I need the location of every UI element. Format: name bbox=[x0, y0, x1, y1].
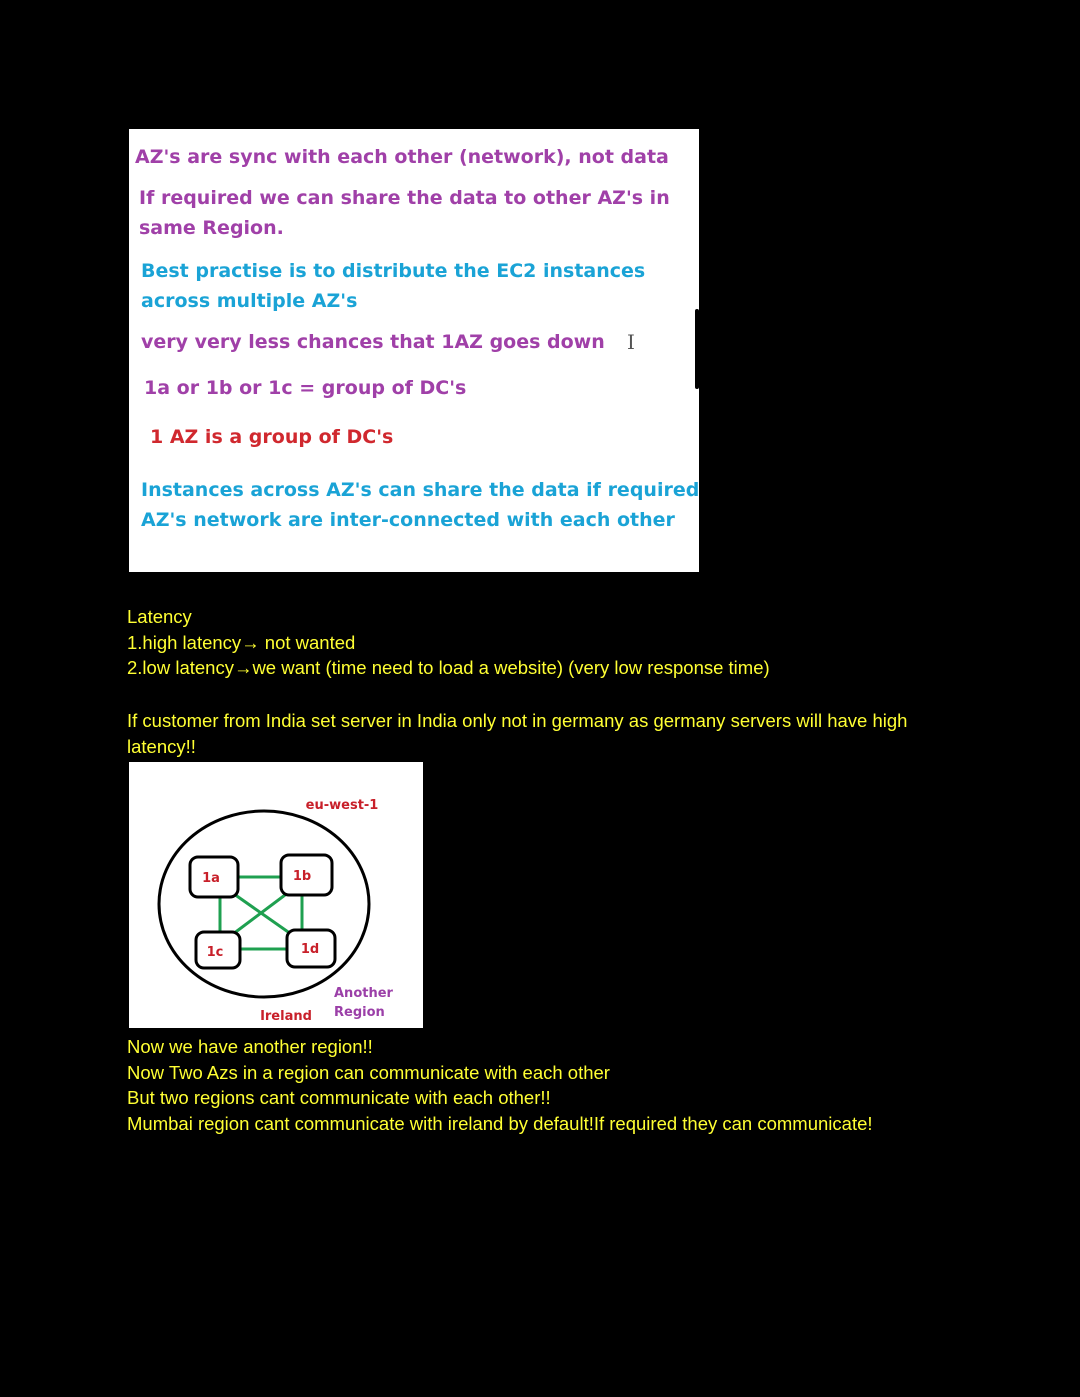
two-regions-note: But two regions cant communicate with ea… bbox=[127, 1087, 551, 1108]
region-name-label: Ireland bbox=[260, 1009, 312, 1024]
another-region-label-2: Region bbox=[334, 1005, 385, 1020]
slide-line-share-1: If required we can share the data to oth… bbox=[139, 187, 670, 209]
az-label-1c: 1c bbox=[207, 945, 224, 960]
az-label-1a: 1a bbox=[202, 871, 220, 886]
region-circle bbox=[157, 809, 371, 999]
az-label-1b: 1b bbox=[293, 869, 311, 884]
latency-high: 1.high latency→ not wanted bbox=[127, 632, 356, 653]
india-note: If customer from India set server in Ind… bbox=[127, 710, 908, 757]
another-region-label-1: Another bbox=[334, 986, 394, 1001]
latency-title: Latency bbox=[127, 606, 192, 627]
slide-line-less-chances: very very less chances that 1AZ goes dow… bbox=[141, 331, 605, 353]
mumbai-note: Mumbai region cant communicate with irel… bbox=[127, 1113, 873, 1134]
slide-line-best-practise-1: Best practise is to distribute the EC2 i… bbox=[141, 260, 646, 282]
az-label-1d: 1d bbox=[301, 942, 319, 957]
slide-line-share-2: same Region. bbox=[139, 217, 284, 239]
slide-line-az-group: 1 AZ is a group of DC's bbox=[150, 426, 394, 448]
region-diagram: 1a 1b 1c 1d eu-west-1 Ireland Another Re… bbox=[129, 762, 423, 1028]
another-region-note: Now we have another region!! bbox=[127, 1036, 373, 1057]
region-code-label: eu-west-1 bbox=[306, 798, 379, 813]
two-azs-note: Now Two Azs in a region can communicate … bbox=[127, 1062, 610, 1083]
slide-line-instances-2: AZ's network are inter-connected with ea… bbox=[141, 509, 675, 531]
text-cursor-icon: I bbox=[627, 330, 635, 354]
slide-edge-divider bbox=[695, 309, 699, 389]
slide-line-instances-1: Instances across AZ's can share the data… bbox=[141, 479, 699, 501]
slide-line-best-practise-2: across multiple AZ's bbox=[141, 290, 358, 312]
region-diagram-svg: 1a 1b 1c 1d eu-west-1 Ireland Another Re… bbox=[157, 798, 394, 1024]
slide-line-sync: AZ's are sync with each other (network),… bbox=[135, 146, 669, 168]
latency-low: 2.low latency→we want (time need to load… bbox=[127, 657, 770, 678]
slide-line-group-dcs: 1a or 1b or 1c = group of DC's bbox=[144, 377, 467, 399]
slide-image: AZ's are sync with each other (network),… bbox=[129, 129, 699, 572]
